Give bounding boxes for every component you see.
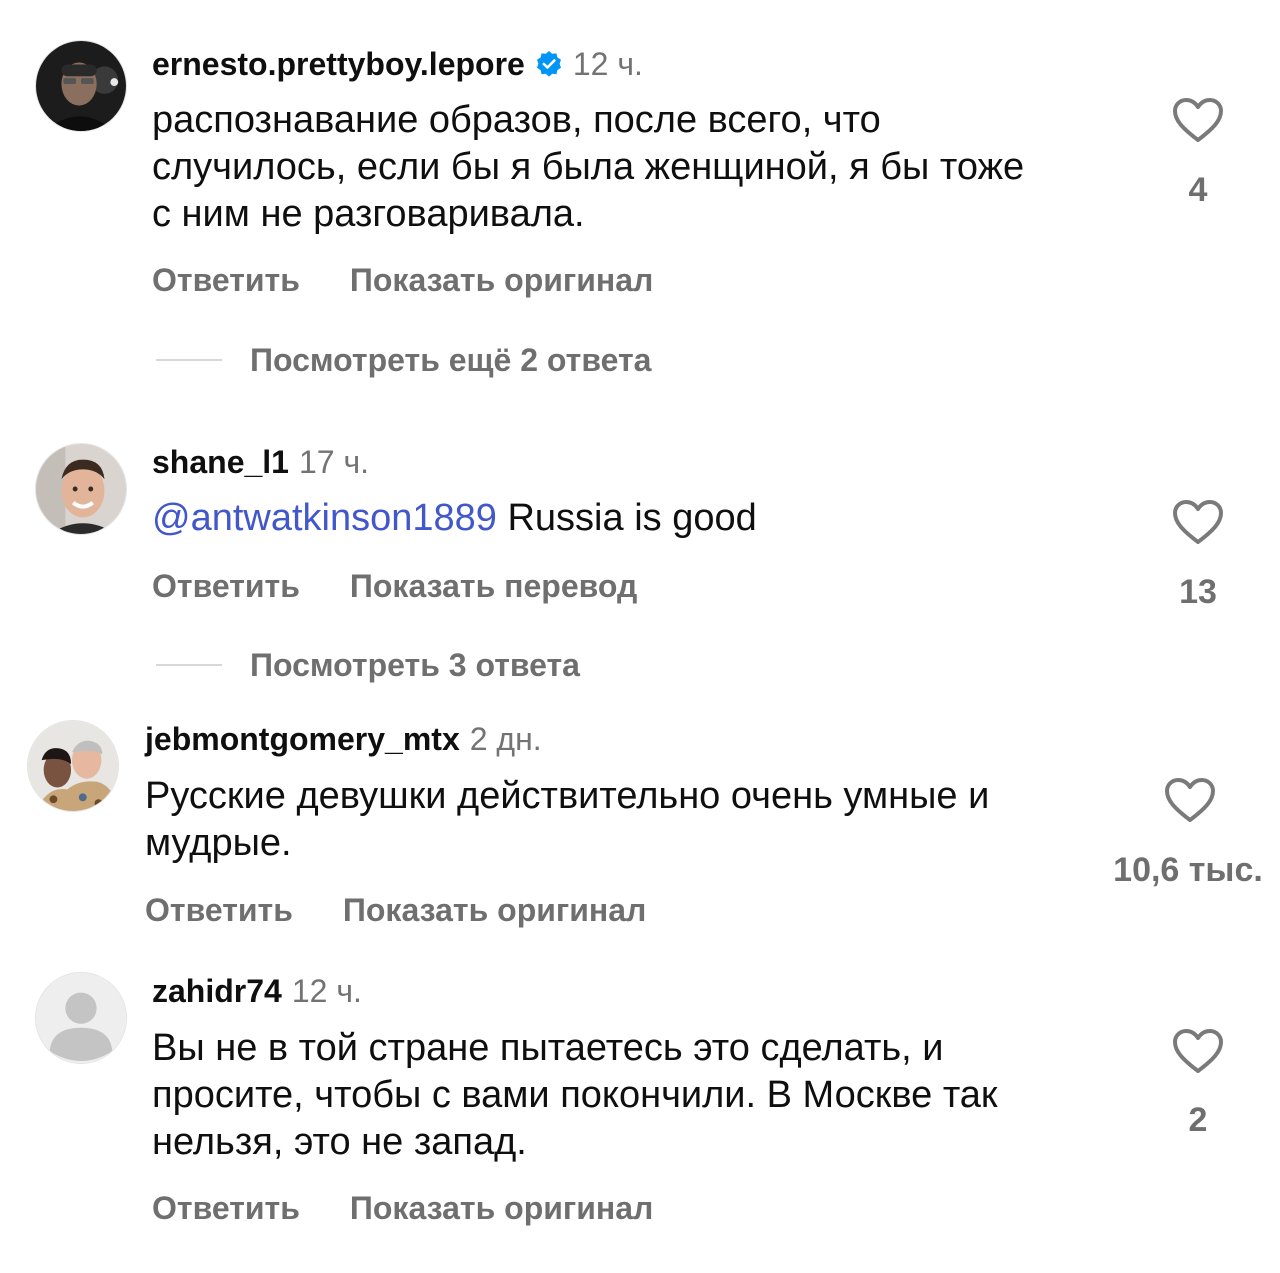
like-count: 4 [1188,171,1208,209]
person-silhouette-icon [36,973,126,1063]
comment-time: 12 ч. [572,46,643,82]
replies-divider [156,359,222,361]
comment-actions: Ответить Показать оригинал [145,890,646,930]
heart-outline-icon[interactable] [1172,1027,1224,1075]
like-count: 10,6 тыс. [1113,851,1263,889]
replies-divider [156,664,222,666]
mention-link[interactable]: @antwatkinson1889 [152,497,497,539]
comment-actions: Ответить Показать оригинал [152,260,653,300]
reply-button[interactable]: Ответить [152,260,300,300]
reply-button[interactable]: Ответить [152,566,300,606]
view-replies-label: Посмотреть 3 ответа [250,647,580,683]
comment-header: jebmontgomery_mtx 2 дн. [145,719,542,759]
avatar-photo [28,721,118,811]
avatar-photo [36,41,126,131]
show-original-button[interactable]: Показать оригинал [350,260,653,300]
comment-text: Русские девушки действительно очень умны… [145,775,990,864]
comment-actions: Ответить Показать перевод [152,566,637,606]
username[interactable]: jebmontgomery_mtx [145,719,460,759]
verified-badge-icon [535,50,563,78]
like-count: 13 [1179,573,1217,611]
show-translation-button[interactable]: Показать перевод [350,566,637,606]
comment-header: ernesto.prettyboy.lepore 12 ч. [152,44,643,84]
username[interactable]: shane_l1 [152,442,289,482]
avatar[interactable] [35,443,127,535]
comment-text: @antwatkinson1889 Russia is good [152,495,1142,542]
reply-button[interactable]: Ответить [152,1188,300,1228]
comment-time: 2 дн. [469,721,542,757]
comment-text-body: Russia is good [496,497,757,539]
comment-time: 17 ч. [298,444,370,480]
comment-text: Вы не в той стране пытаетесь это сделать… [152,1027,998,1163]
show-original-button[interactable]: Показать оригинал [350,1188,653,1228]
reply-button[interactable]: Ответить [145,890,293,930]
heart-outline-icon[interactable] [1172,96,1224,144]
view-replies-button[interactable]: Посмотреть 3 ответа [156,645,580,685]
username[interactable]: ernesto.prettyboy.lepore [152,44,525,84]
comment-text: распознавание образов, после всего, что … [152,99,1025,235]
like-count: 2 [1188,1101,1208,1139]
avatar[interactable] [35,972,127,1064]
view-replies-label: Посмотреть ещё 2 ответа [250,342,652,378]
username[interactable]: zahidr74 [152,971,282,1011]
heart-outline-icon[interactable] [1172,498,1224,546]
avatar[interactable] [35,40,127,132]
comment-time: 12 ч. [291,973,362,1009]
comment-header: zahidr74 12 ч. [152,971,362,1011]
avatar-photo [36,444,126,534]
show-original-button[interactable]: Показать оригинал [343,890,646,930]
heart-outline-icon[interactable] [1164,776,1216,824]
comment-header: shane_l1 17 ч. [152,442,369,482]
comment-actions: Ответить Показать оригинал [152,1188,653,1228]
avatar[interactable] [27,720,119,812]
view-replies-button[interactable]: Посмотреть ещё 2 ответа [156,340,651,380]
